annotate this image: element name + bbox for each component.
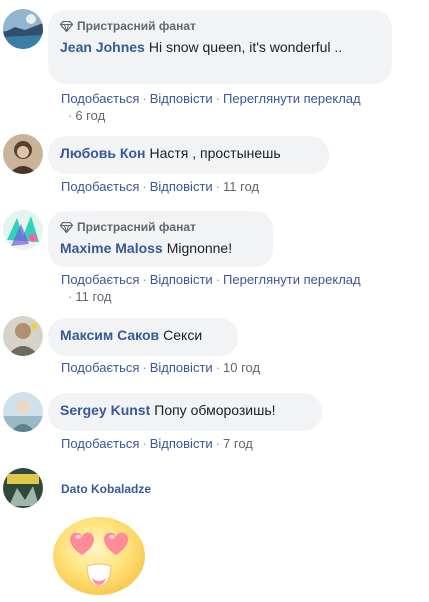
- separator: ·: [142, 360, 147, 375]
- separator: ·: [142, 91, 147, 106]
- avatar-image: [3, 9, 43, 49]
- comment-bubble: Пристрасний фанат Maxime Maloss Mignonne!: [48, 211, 273, 267]
- avatar-image: [3, 316, 43, 356]
- translate-link[interactable]: Переглянути переклад: [223, 91, 361, 106]
- separator: ·: [142, 179, 147, 194]
- author-name[interactable]: Jean Johnes: [60, 39, 145, 55]
- author-name[interactable]: Sergey Kunst: [60, 402, 150, 418]
- badge-label: Пристрасний фанат: [77, 19, 196, 33]
- comment-text: Jean Johnes Hi snow queen, it's wonderful…: [60, 38, 380, 56]
- comment-bubble: Sergey Kunst Попу обморозишь!: [48, 393, 322, 431]
- comment-body: Hi snow queen, it's wonderful ..: [148, 39, 343, 55]
- like-link[interactable]: Подобається: [61, 360, 139, 375]
- badge-label: Пристрасний фанат: [77, 220, 196, 234]
- author-name[interactable]: Любовь Кон: [60, 145, 145, 161]
- comment-body: Настя , простынешь: [149, 145, 281, 161]
- avatar[interactable]: [3, 210, 43, 250]
- avatar[interactable]: [3, 392, 43, 432]
- comment-body: Mignonne!: [166, 240, 233, 256]
- comment-body: Секси: [163, 327, 203, 343]
- diamond-icon: [60, 20, 73, 32]
- avatar-image: [3, 210, 43, 250]
- comment-text: Максим Саков Секси: [60, 326, 226, 344]
- comment-text: Любовь Кон Настя , простынешь: [60, 144, 317, 162]
- separator: ·: [142, 272, 147, 287]
- comment-actions: Подобається · Відповісти · Переглянути перек…: [61, 90, 421, 124]
- like-link[interactable]: Подобається: [61, 91, 139, 106]
- translate-link[interactable]: Переглянути переклад: [223, 272, 361, 287]
- reply-link[interactable]: Відповісти: [150, 436, 213, 451]
- author-name[interactable]: Максим Саков: [60, 327, 159, 343]
- timestamp[interactable]: 7 год: [223, 436, 253, 451]
- diamond-icon: [60, 221, 73, 233]
- avatar-image: [3, 392, 43, 432]
- separator: ·: [215, 272, 221, 287]
- separator: ·: [215, 91, 221, 106]
- separator: ·: [215, 360, 221, 375]
- separator: ·: [68, 289, 73, 304]
- avatar-image: [3, 468, 43, 508]
- top-fan-badge: Пристрасний фанат: [60, 219, 261, 235]
- timestamp[interactable]: 10 год: [223, 360, 260, 375]
- reply-link[interactable]: Відповісти: [150, 179, 213, 194]
- comment-bubble: Любовь Кон Настя , простынешь: [48, 136, 329, 174]
- sticker-heart-eyes: [49, 513, 149, 597]
- separator: ·: [215, 436, 221, 451]
- author-name[interactable]: Dato Kobaladze: [61, 482, 151, 496]
- avatar[interactable]: [3, 468, 43, 508]
- comment-actions: Подобається · Відповісти · 7 год: [61, 435, 421, 452]
- comment-bubble: Пристрасний фанат Jean Johnes Hi snow que…: [48, 10, 392, 84]
- reply-link[interactable]: Відповісти: [150, 272, 213, 287]
- avatar[interactable]: [3, 134, 43, 174]
- reply-link[interactable]: Відповісти: [150, 360, 213, 375]
- heart-eyes-emoji-icon: [53, 517, 145, 595]
- comment-body: Попу обморозишь!: [154, 402, 276, 418]
- avatar[interactable]: [3, 316, 43, 356]
- reply-link[interactable]: Відповісти: [150, 91, 213, 106]
- like-link[interactable]: Подобається: [61, 272, 139, 287]
- avatar-image: [3, 134, 43, 174]
- separator: ·: [68, 108, 73, 123]
- comment-text: Maxime Maloss Mignonne!: [60, 239, 261, 257]
- timestamp[interactable]: 6 год: [75, 108, 105, 123]
- separator: ·: [142, 436, 147, 451]
- timestamp[interactable]: 11 год: [75, 289, 111, 304]
- comment-bubble: Максим Саков Секси: [48, 318, 238, 356]
- like-link[interactable]: Подобається: [61, 436, 139, 451]
- avatar[interactable]: [3, 9, 43, 49]
- comment-actions: Подобається · Відповісти · 11 год: [61, 178, 421, 195]
- author-name[interactable]: Maxime Maloss: [60, 240, 163, 256]
- like-link[interactable]: Подобається: [61, 179, 139, 194]
- comment-actions: Подобається · Відповісти · 10 год: [61, 359, 421, 376]
- top-fan-badge: Пристрасний фанат: [60, 18, 380, 34]
- timestamp[interactable]: 11 год: [223, 179, 259, 194]
- comment-actions: Подобається · Відповісти · Переглянути перек…: [61, 271, 421, 305]
- comment-text: Sergey Kunst Попу обморозишь!: [60, 401, 310, 419]
- separator: ·: [215, 179, 221, 194]
